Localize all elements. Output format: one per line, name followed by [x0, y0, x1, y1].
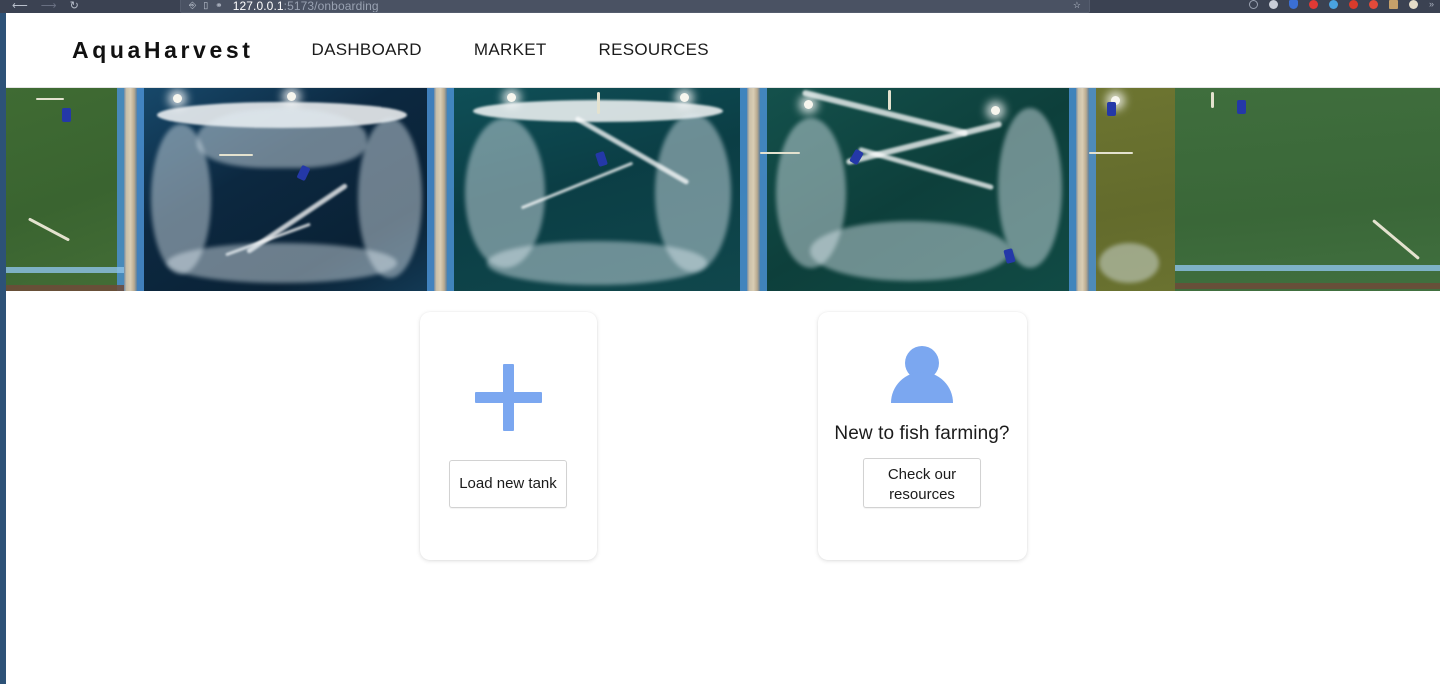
pond-rim	[740, 88, 747, 291]
pond-pole	[760, 152, 800, 154]
browser-nav-buttons: ⟵ ⟶ ↻	[0, 1, 79, 12]
pond-aerator	[991, 106, 1000, 115]
main-navigation: DASHBOARD MARKET RESOURCES	[286, 34, 735, 66]
hero-pond-divider	[124, 88, 137, 291]
reload-icon[interactable]: ↻	[70, 1, 79, 12]
hero-pond-teal-2	[760, 88, 1076, 291]
pond-pole	[1089, 152, 1133, 154]
pond-pole	[27, 217, 71, 242]
extension-icon-blue[interactable]	[1288, 0, 1298, 9]
forward-arrow-icon[interactable]: ⟶	[41, 1, 57, 12]
browser-toolbar: ⟵ ⟶ ↻ ⎆ ▯ ⚭ 127.0.0.1:5173/onboarding ☆ …	[0, 0, 1440, 13]
pond-foam	[1099, 243, 1159, 283]
pond-aerator	[680, 93, 689, 102]
site-logo[interactable]: AquaHarvest	[72, 37, 254, 64]
pond-pole	[1372, 219, 1420, 260]
extension-icon-cyan[interactable]	[1328, 0, 1338, 9]
page-content: AquaHarvest DASHBOARD MARKET RESOURCES L…	[6, 13, 1440, 684]
extension-icon-gray[interactable]	[1268, 0, 1278, 9]
pond-rim	[1089, 88, 1096, 291]
hero-pond-divider	[434, 88, 447, 291]
pond-foam	[810, 221, 1010, 281]
new-to-fish-farming-heading: New to fish farming?	[834, 423, 1010, 444]
pond-boat	[62, 108, 71, 122]
pond-aerator	[173, 94, 182, 103]
hero-banner-image	[6, 88, 1440, 291]
pond-pole	[219, 154, 253, 156]
reader-view-icon[interactable]: ▯	[203, 1, 208, 10]
onboarding-cards-section: Load new tank New to fish farming? Check…	[6, 291, 1440, 684]
nav-item-dashboard[interactable]: DASHBOARD	[286, 34, 448, 66]
card-new-to-fish-farming[interactable]: New to fish farming? Check our resources	[817, 312, 1027, 560]
pond-rim	[1069, 88, 1076, 291]
url-bar[interactable]: ⎆ ▯ ⚭ 127.0.0.1:5173/onboarding ☆	[180, 0, 1090, 13]
extension-icon-ring[interactable]	[1248, 0, 1258, 9]
pond-aerator	[287, 92, 296, 101]
extension-icon-red[interactable]	[1308, 0, 1318, 9]
hero-pond-olive	[1089, 88, 1175, 291]
pond-walkway	[1175, 265, 1440, 271]
url-path: :5173/onboarding	[283, 0, 379, 13]
pond-pole	[888, 90, 891, 110]
pond-rim	[137, 88, 144, 291]
url-text[interactable]: 127.0.0.1:5173/onboarding	[232, 0, 379, 13]
load-new-tank-button[interactable]: Load new tank	[449, 460, 567, 508]
pond-boat	[595, 150, 608, 168]
pond-wake	[858, 146, 994, 191]
pond-foam	[487, 241, 707, 285]
pond-rim	[427, 88, 434, 291]
hero-pond-divider	[747, 88, 760, 291]
pond-foam	[167, 243, 397, 283]
pond-rim	[117, 88, 124, 291]
pond-rim	[447, 88, 454, 291]
url-host: 127.0.0.1	[232, 0, 284, 13]
bookmark-star-icon[interactable]: ☆	[1073, 0, 1081, 11]
nav-item-resources[interactable]: RESOURCES	[573, 34, 735, 66]
pond-aerator	[804, 100, 813, 109]
hero-pond-green-2	[1175, 88, 1440, 291]
person-icon-body	[891, 372, 953, 403]
pond-pole	[36, 98, 64, 100]
pond-pole	[1211, 92, 1214, 108]
card-load-tank[interactable]: Load new tank	[419, 312, 597, 560]
pond-wake	[845, 120, 1003, 166]
extension-icon-red2[interactable]	[1348, 0, 1358, 9]
browser-extension-icons: »	[1248, 0, 1434, 9]
extension-icon-tan[interactable]	[1388, 0, 1398, 9]
extension-icon-pale[interactable]	[1408, 0, 1418, 9]
pond-boat	[1107, 102, 1116, 116]
hero-pond-divider	[1076, 88, 1089, 291]
pond-boat	[1237, 100, 1246, 114]
back-arrow-icon[interactable]: ⟵	[12, 1, 28, 12]
screen: ⟵ ⟶ ↻ ⎆ ▯ ⚭ 127.0.0.1:5173/onboarding ☆ …	[0, 0, 1440, 684]
shield-icon[interactable]: ⎆	[189, 1, 196, 10]
pond-pole	[597, 92, 600, 114]
plus-icon	[474, 364, 542, 431]
hero-pond-deep-1	[137, 88, 434, 291]
pond-mudline	[1175, 283, 1440, 289]
check-our-resources-button[interactable]: Check our resources	[863, 458, 981, 508]
extension-icon-red3[interactable]	[1368, 0, 1378, 9]
pond-aerator	[507, 93, 516, 102]
key-icon[interactable]: ⚭	[215, 1, 223, 10]
pond-rim	[760, 88, 767, 291]
hero-pond-green-1	[6, 88, 124, 291]
site-header: AquaHarvest DASHBOARD MARKET RESOURCES	[6, 13, 1440, 88]
pond-foam	[197, 108, 367, 168]
pond-walkway	[6, 267, 124, 273]
person-icon	[891, 346, 953, 411]
nav-item-market[interactable]: MARKET	[448, 34, 573, 66]
hero-pond-teal-1	[447, 88, 747, 291]
extension-overflow-icon[interactable]: »	[1429, 0, 1434, 9]
